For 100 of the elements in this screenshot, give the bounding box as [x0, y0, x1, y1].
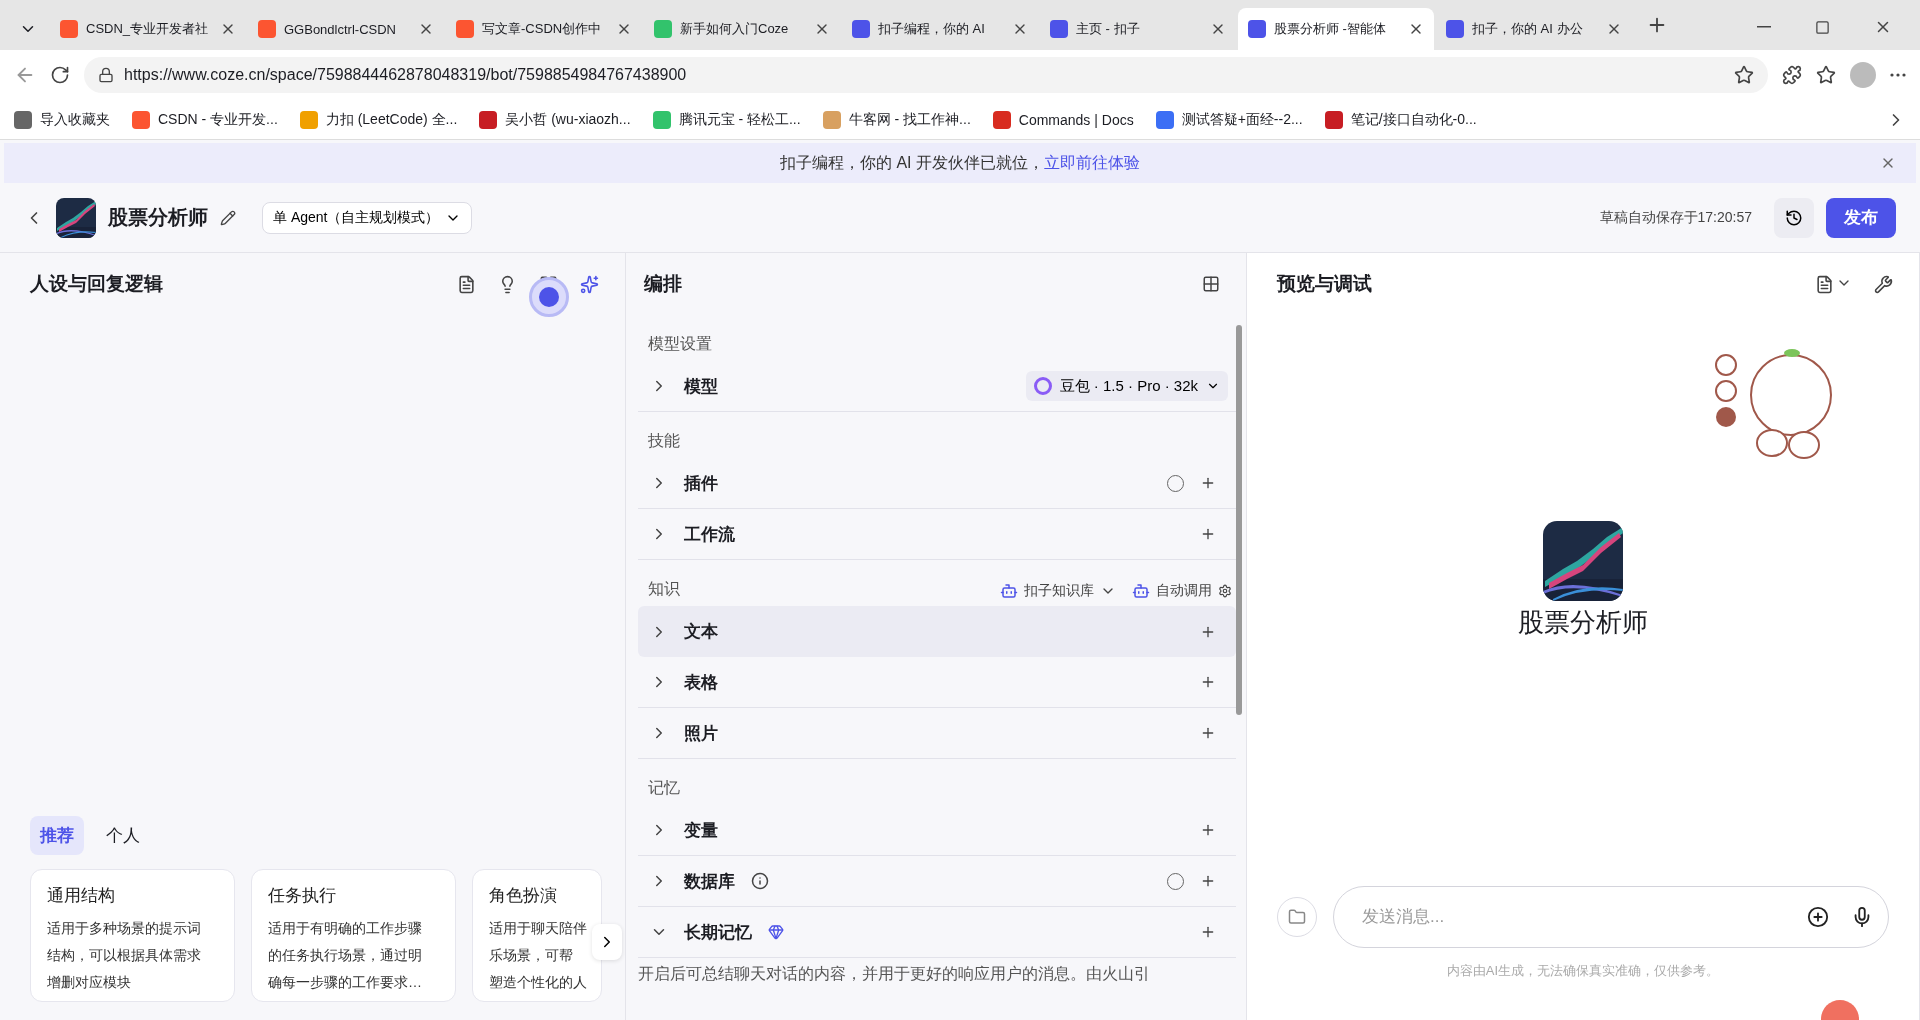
browser-tab[interactable]: 写文章-CSDN创作中 — [446, 8, 642, 50]
site-icon — [1155, 110, 1174, 129]
robot-icon — [1132, 582, 1150, 600]
clear-chat-button[interactable] — [1277, 897, 1317, 937]
sparkle-icon — [580, 274, 599, 294]
site-icon — [1050, 20, 1068, 38]
section-title: 记忆 — [648, 778, 680, 798]
browser-tab[interactable]: 股票分析师 -智能体 — [1238, 8, 1434, 50]
site-icon — [1324, 110, 1343, 129]
template-icon — [457, 274, 476, 294]
settings-icon — [1218, 584, 1232, 598]
bookmark[interactable]: 测试答疑+面经--2... — [1155, 110, 1303, 129]
knowledge-base-icon — [1000, 582, 1018, 600]
browser-tab[interactable]: 新手如何入门Coze — [644, 8, 840, 50]
favorites-icon — [1816, 65, 1836, 85]
call-mode-button[interactable]: 自动调用 — [1132, 582, 1232, 600]
config-row[interactable]: 照片 — [638, 708, 1236, 759]
site-icon — [60, 20, 78, 38]
card-title: 角色扮演 — [489, 885, 558, 907]
add-icon — [1200, 822, 1216, 838]
browser-tab[interactable]: 主页 - 扣子 — [1040, 8, 1236, 50]
section-title: 技能 — [648, 431, 680, 451]
info-icon — [751, 872, 769, 890]
message-field[interactable]: 发送消息... — [1333, 886, 1889, 948]
add-icon — [1200, 725, 1216, 741]
bookmark[interactable]: 吴小哲 (wu-xiaozh... — [479, 110, 631, 129]
bookmark[interactable]: 力扣 (LeetCode) 全... — [299, 110, 458, 129]
template-tab[interactable]: 推荐 — [30, 816, 84, 855]
model-dropdown[interactable]: 豆包 · 1.5 · Pro · 32k — [1025, 371, 1228, 401]
click-indicator — [529, 276, 569, 317]
config-row[interactable]: 长期记忆 — [638, 907, 1236, 958]
browser-tab[interactable]: 扣子编程，你的 AI — [842, 8, 1038, 50]
site-icon — [479, 110, 498, 129]
config-row[interactable]: 文本 — [638, 606, 1236, 657]
site-icon — [852, 20, 870, 38]
add-icon — [1200, 873, 1216, 889]
config-row[interactable]: 模型 豆包 · 1.5 · Pro · 32k — [638, 361, 1236, 412]
config-row[interactable]: 数据库 — [638, 856, 1236, 907]
banner-text: 扣子编程，你的 AI 开发伙伴已就位， — [780, 152, 1044, 173]
disclaimer-text: 内容由AI生成，无法确保真实准确，仅供参考。 — [1446, 962, 1720, 980]
bookmark[interactable]: 笔记/接口自动化-0... — [1324, 110, 1477, 129]
lock-icon — [98, 67, 114, 83]
site-icon — [132, 110, 150, 129]
bookmark[interactable]: 腾讯元宝 - 轻松工... — [652, 110, 801, 129]
bookmark[interactable]: CSDN - 专业开发... — [132, 110, 278, 129]
config-row[interactable]: 变量 — [638, 805, 1236, 856]
card-description: 适用于有明确的工作步骤 的任务执行场景，通过明 确每一步骤的工作要求… — [268, 919, 423, 992]
row-description: 开启后可总结聊天对话的内容，并用于更好的响应用户的消息。由火山引 — [637, 964, 1151, 984]
browser-tab[interactable]: 扣子，你的 AI 办公 — [1436, 8, 1632, 50]
scrollbar[interactable] — [1236, 325, 1242, 715]
add-attachment-icon — [1807, 906, 1829, 928]
card-description: 适用于多种场景的提示词 结构，可以根据具体需求 增删对应模块 — [47, 919, 202, 992]
template-card[interactable]: 任务执行 适用于有明确的工作步骤 的任务执行场景，通过明 确每一步骤的工作要求… — [251, 869, 456, 1002]
profile-avatar[interactable] — [1850, 62, 1876, 88]
panel-title: 编排 — [644, 272, 682, 296]
scroll-right-button[interactable] — [592, 924, 622, 960]
config-row[interactable]: 表格 — [638, 657, 1236, 708]
template-card[interactable]: 角色扮演 适用于聊天陪伴 乐场景，可帮 塑造个性化的人 — [472, 869, 602, 1002]
template-tab[interactable]: 个人 — [96, 816, 150, 855]
section-title: 模型设置 — [648, 334, 712, 354]
history-icon — [1785, 208, 1803, 227]
config-row[interactable]: 插件 — [638, 458, 1236, 509]
site-icon — [652, 110, 671, 129]
publish-button[interactable]: 发布 — [1826, 197, 1896, 238]
browser-tab[interactable]: CSDN_专业开发者社 — [50, 8, 246, 50]
address-bar[interactable]: https://www.coze.cn/space/7598844462878048319/bot/7598854984767438900 — [84, 57, 1768, 93]
more-icon[interactable] — [1890, 73, 1906, 77]
banner-link[interactable]: 立即前往体验 — [1044, 152, 1140, 174]
site-icon — [1248, 20, 1266, 38]
bot-name: 股票分析师 — [1518, 606, 1648, 639]
save-status: 草稿自动保存于17:20:57 — [1599, 208, 1752, 227]
browser-tab[interactable]: GGBondlctrl-CSDN — [248, 8, 444, 50]
site-icon — [258, 20, 276, 38]
favorite-icon — [1734, 65, 1754, 85]
minimize-icon[interactable] — [1757, 26, 1771, 28]
site-icon — [1446, 20, 1464, 38]
panel-title: 人设与回复逻辑 — [30, 272, 163, 296]
site-icon — [654, 20, 672, 38]
history-button[interactable] — [1774, 197, 1814, 238]
site-icon — [822, 110, 841, 129]
section-title: 知识 — [648, 579, 680, 599]
bookmark[interactable]: 导入收藏夹 — [14, 110, 110, 129]
panel-title: 预览与调试 — [1277, 272, 1372, 296]
add-icon — [1200, 475, 1216, 491]
site-icon — [992, 110, 1011, 129]
edit-icon — [220, 209, 236, 226]
extension-icon — [1782, 65, 1802, 85]
restore-icon — [1815, 19, 1830, 35]
bookmark[interactable]: Commands | Docs — [992, 110, 1134, 129]
mode-dropdown[interactable]: 单 Agent（自主规划模式） — [262, 201, 473, 234]
debug-view-icon — [1815, 274, 1834, 294]
knowledge-source-dropdown[interactable]: 扣子知识库 — [1000, 582, 1116, 600]
card-description: 适用于聊天陪伴 乐场景，可帮 塑造个性化的人 — [489, 919, 585, 992]
grid-icon — [1202, 275, 1220, 293]
add-icon — [1200, 526, 1216, 542]
site-icon — [456, 20, 474, 38]
add-icon — [1200, 924, 1216, 940]
config-row[interactable]: 工作流 — [638, 509, 1236, 560]
template-card[interactable]: 通用结构 适用于多种场景的提示词 结构，可以根据具体需求 增删对应模块 — [30, 869, 235, 1002]
bookmark[interactable]: 牛客网 - 找工作神... — [822, 110, 971, 129]
